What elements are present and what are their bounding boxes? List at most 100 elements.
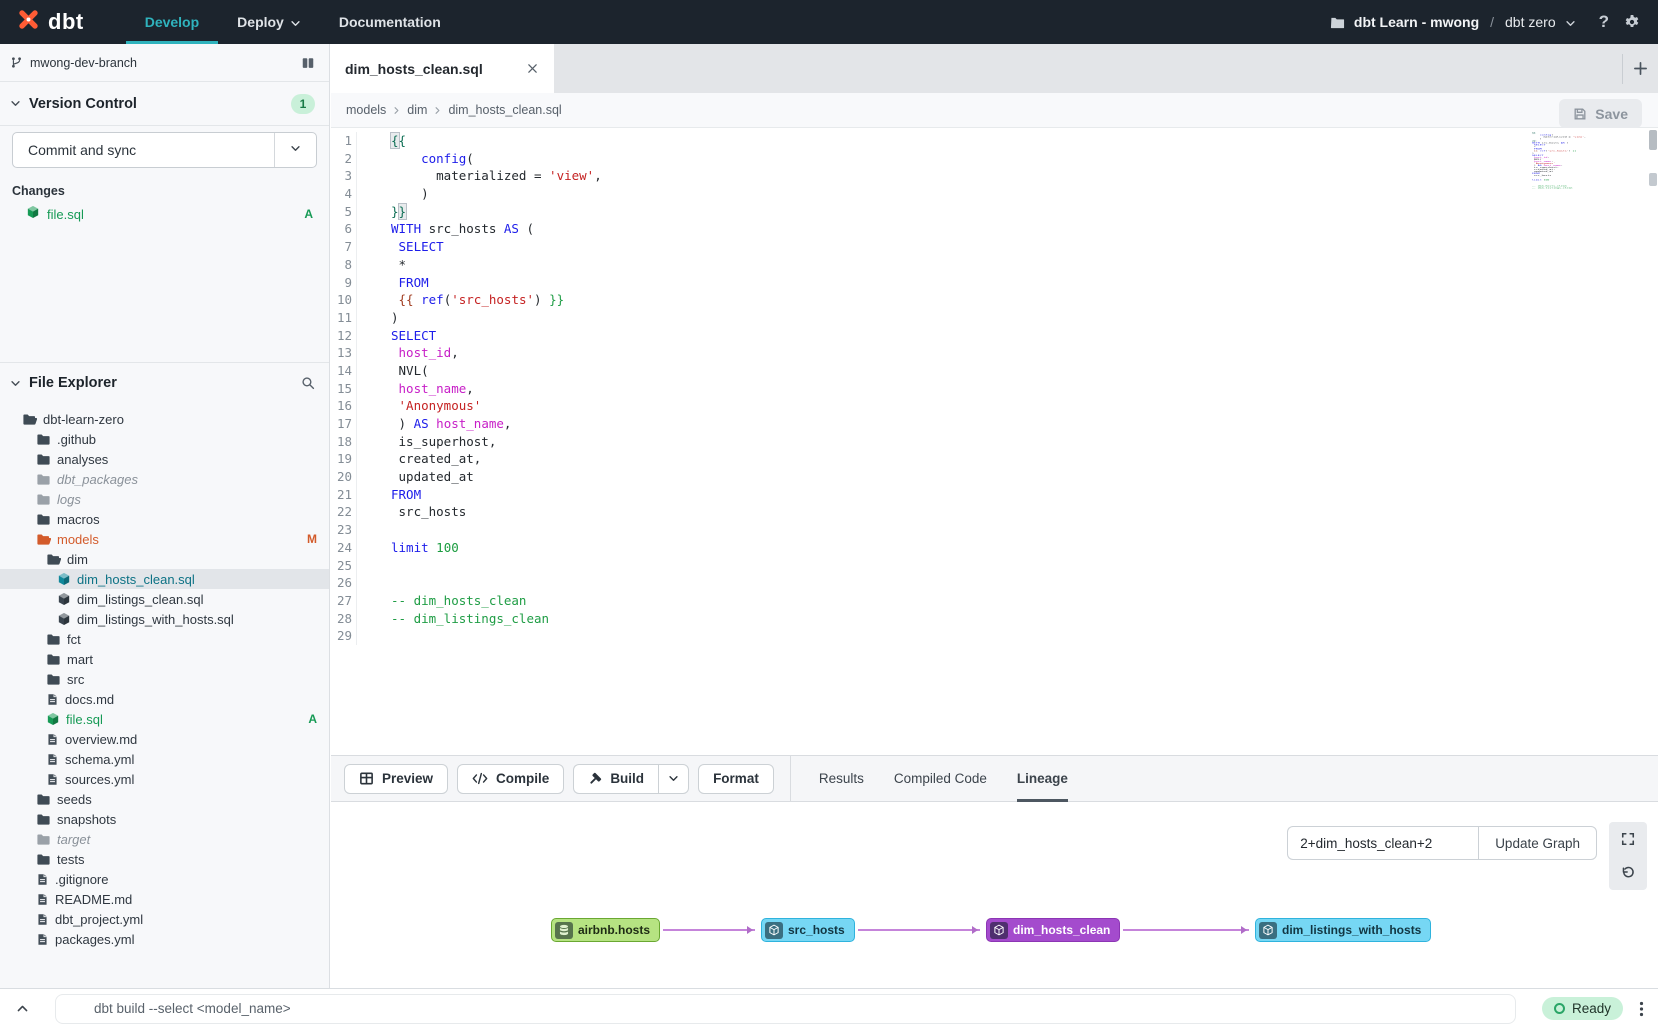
format-button[interactable]: Format: [698, 764, 774, 794]
commit-and-sync-button[interactable]: Commit and sync: [12, 132, 317, 168]
compile-button[interactable]: Compile: [457, 764, 564, 794]
tree-item-tests[interactable]: tests: [0, 849, 329, 869]
code-lines: 1{{2 config(3 materialized = 'view',4 )5…: [331, 128, 1658, 645]
tree-item-github[interactable]: .github: [0, 429, 329, 449]
tab-results[interactable]: Results: [819, 755, 864, 802]
help-button[interactable]: ?: [1599, 12, 1609, 32]
model-cube-icon: [765, 922, 783, 939]
build-button[interactable]: Build: [573, 764, 658, 794]
model-cube-icon: [1259, 922, 1277, 939]
lineage-node-dim-listings-with-hosts[interactable]: dim_listings_with_hosts: [1255, 918, 1431, 942]
branch-name: mwong-dev-branch: [30, 56, 294, 70]
code-text: limit 100: [357, 539, 459, 557]
tree-item-dbt-packages[interactable]: dbt_packages: [0, 469, 329, 489]
tree-item-dim-hosts-clean-sql[interactable]: dim_hosts_clean.sql: [0, 569, 329, 589]
minimap[interactable]: {{ config( materialized = 'view', ) }} W…: [1532, 132, 1586, 204]
tab-lineage[interactable]: Lineage: [1017, 755, 1068, 802]
save-button[interactable]: Save: [1559, 99, 1642, 128]
model-cube-icon: [57, 612, 71, 626]
tree-item-dim[interactable]: dim: [0, 549, 329, 569]
tree-item-schema-yml[interactable]: schema.yml: [0, 749, 329, 769]
search-icon[interactable]: [301, 376, 315, 390]
code-line: 1{{: [331, 132, 1658, 150]
tree-item-dim-listings-clean-sql[interactable]: dim_listings_clean.sql: [0, 589, 329, 609]
tree-item-dbt-project-yml[interactable]: dbt_project.yml: [0, 909, 329, 929]
compile-button-label: Compile: [496, 771, 549, 786]
changed-file-row[interactable]: file.sql A: [12, 204, 317, 224]
commit-options-chevron[interactable]: [274, 133, 316, 167]
file-explorer-header[interactable]: File Explorer: [0, 363, 329, 403]
close-tab-icon[interactable]: [527, 63, 538, 74]
code-line: 12SELECT: [331, 327, 1658, 345]
lineage-node-airbnb-hosts[interactable]: airbnb.hosts: [551, 918, 660, 942]
settings-gear-icon[interactable]: [1624, 14, 1640, 30]
tree-item-fct[interactable]: fct: [0, 629, 329, 649]
version-control-header[interactable]: Version Control 1: [0, 82, 329, 126]
git-status-added: A: [304, 207, 315, 221]
tab-dim-hosts-clean-sql[interactable]: dim_hosts_clean.sql: [331, 44, 554, 93]
tree-item-docs-md[interactable]: docs.md: [0, 689, 329, 709]
file-icon: [36, 913, 49, 926]
model-cube-icon: [57, 592, 71, 606]
tree-item-dim-listings-with-hosts-sql[interactable]: dim_listings_with_hosts.sql: [0, 609, 329, 629]
tree-item-target[interactable]: target: [0, 829, 329, 849]
tree-item-label: .gitignore: [55, 872, 108, 887]
tree-item-logs[interactable]: logs: [0, 489, 329, 509]
tree-item-gitignore[interactable]: .gitignore: [0, 869, 329, 889]
command-input[interactable]: dbt build --select <model_name>: [55, 994, 1516, 1024]
lineage-graph[interactable]: airbnb.hosts src_hosts dim_hosts_clean dim_…: [331, 802, 1658, 988]
nav-item-develop[interactable]: Develop: [126, 0, 218, 44]
model-cube-icon: [57, 572, 71, 586]
tree-item-seeds[interactable]: seeds: [0, 789, 329, 809]
tree-item-models[interactable]: modelsM: [0, 529, 329, 549]
tree-item-file-sql[interactable]: file.sqlA: [0, 709, 329, 729]
dbt-logo[interactable]: dbt: [0, 0, 98, 44]
preview-button[interactable]: Preview: [344, 764, 448, 794]
lineage-node-dim-hosts-clean[interactable]: dim_hosts_clean: [986, 918, 1120, 942]
tree-item-analyses[interactable]: analyses: [0, 449, 329, 469]
tab-compiled-code[interactable]: Compiled Code: [894, 755, 987, 802]
lineage-node-src-hosts[interactable]: src_hosts: [761, 918, 855, 942]
nav-item-label: Documentation: [339, 14, 441, 30]
tree-item-snapshots[interactable]: snapshots: [0, 809, 329, 829]
changed-file-name: file.sql: [47, 207, 297, 222]
scrollbar-thumb[interactable]: [1649, 130, 1657, 150]
tree-item-src[interactable]: src: [0, 669, 329, 689]
build-split-button: Build: [573, 764, 689, 794]
tree-item-mart[interactable]: mart: [0, 649, 329, 669]
tree-item-label: dbt_packages: [57, 472, 138, 487]
code-line: 19 created_at,: [331, 450, 1658, 468]
tree-item-dbt-learn-zero[interactable]: dbt-learn-zero: [0, 409, 329, 429]
breadcrumb-models[interactable]: models: [346, 103, 386, 117]
build-options-button[interactable]: [658, 764, 689, 794]
account-project[interactable]: dbt Learn - mwong: [1354, 14, 1479, 30]
tree-item-macros[interactable]: macros: [0, 509, 329, 529]
editor-scrollbar[interactable]: [1649, 128, 1657, 755]
overflow-menu-icon[interactable]: [1633, 1001, 1658, 1017]
format-button-label: Format: [713, 771, 759, 786]
code-editor[interactable]: 1{{2 config(3 materialized = 'view',4 )5…: [331, 128, 1658, 755]
expand-console-icon[interactable]: [16, 1002, 29, 1015]
tree-item-packages-yml[interactable]: packages.yml: [0, 929, 329, 949]
breadcrumb-file[interactable]: dim_hosts_clean.sql: [448, 103, 561, 117]
code-text: src_hosts: [357, 503, 466, 521]
account-environment[interactable]: dbt zero: [1505, 14, 1556, 30]
branch-row[interactable]: mwong-dev-branch: [0, 44, 329, 82]
tree-item-overview-md[interactable]: overview.md: [0, 729, 329, 749]
nav-item-deploy[interactable]: Deploy: [218, 0, 320, 44]
new-tab-icon[interactable]: [1623, 61, 1658, 76]
nav-item-label: Develop: [145, 14, 199, 30]
code-text: SELECT: [357, 327, 436, 345]
nav-item-documentation[interactable]: Documentation: [320, 0, 460, 44]
file-icon: [46, 693, 59, 706]
tree-item-readme-md[interactable]: README.md: [0, 889, 329, 909]
chevron-down-icon[interactable]: [1565, 18, 1576, 29]
code-text: -- dim_hosts_clean: [357, 592, 526, 610]
status-bar: dbt build --select <model_name> Ready: [0, 988, 1658, 1028]
actionbar-divider: [790, 755, 791, 802]
split-view-icon[interactable]: [301, 56, 315, 70]
tree-item-label: dbt_project.yml: [55, 912, 143, 927]
code-line: 10 {{ ref('src_hosts') }}: [331, 291, 1658, 309]
tree-item-sources-yml[interactable]: sources.yml: [0, 769, 329, 789]
breadcrumb-dim[interactable]: dim: [407, 103, 427, 117]
